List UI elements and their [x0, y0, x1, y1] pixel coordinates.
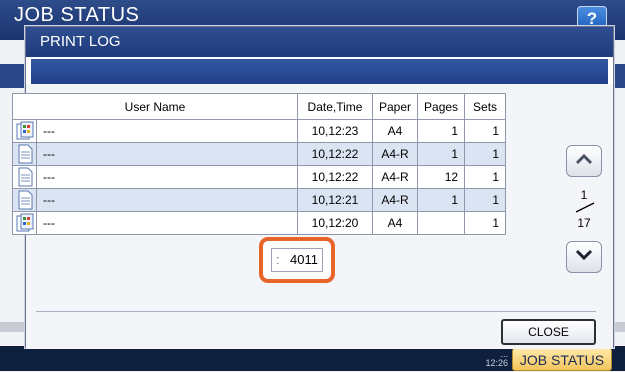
table-row[interactable]: --- 10,12:20 A4 1: [12, 211, 507, 235]
page-divider: [575, 202, 595, 213]
cell-date: 10,12:20: [297, 211, 373, 235]
col-sets[interactable]: Sets: [464, 93, 507, 120]
cell-sets: 1: [464, 142, 507, 166]
color-copy-icon: [16, 121, 33, 140]
cell-paper: A4-R: [371, 188, 419, 212]
col-pages[interactable]: Pages: [417, 93, 466, 120]
footer-time: 12:26: [485, 358, 508, 368]
chevron-up-icon: [575, 153, 593, 165]
color-copy-icon: [16, 213, 33, 232]
callout-colon: :: [276, 252, 280, 267]
table-row[interactable]: --- 10,12:22 A4-R 12 1: [12, 165, 507, 189]
close-button[interactable]: CLOSE: [501, 319, 596, 345]
page-down-button[interactable]: [566, 241, 602, 273]
page-total: 17: [577, 216, 591, 230]
cell-paper: A4-R: [371, 142, 419, 166]
dialog-title: PRINT LOG: [40, 33, 121, 50]
page-up-button[interactable]: [566, 145, 602, 177]
job-status-tab[interactable]: JOB STATUS: [512, 348, 612, 371]
cell-sets: 1: [464, 119, 507, 143]
cell-pages: 1: [417, 188, 466, 212]
cell-user: ---: [36, 165, 298, 189]
highlight-callout: : 4011: [259, 237, 335, 283]
dialog-titlebar: PRINT LOG: [26, 27, 613, 57]
bottom-divider: [36, 311, 596, 312]
cell-sets: 1: [464, 188, 507, 212]
cell-paper: A4: [371, 211, 419, 235]
cell-date: 10,12:22: [297, 142, 373, 166]
row-icon-cell: [12, 165, 37, 189]
document-icon: [18, 190, 32, 210]
table-row[interactable]: --- 10,12:23 A4 1 1: [12, 119, 507, 143]
department-code-value: 4011: [290, 252, 318, 267]
document-icon: [18, 167, 32, 187]
dialog-band: [31, 59, 608, 84]
document-icon: [18, 144, 32, 164]
row-icon-cell: [12, 119, 37, 143]
cell-paper: A4: [371, 119, 419, 143]
row-icon-cell: [12, 188, 37, 212]
table-row[interactable]: --- 10,12:22 A4-R 1 1: [12, 142, 507, 166]
col-paper[interactable]: Paper: [371, 93, 419, 120]
cell-sets: 1: [464, 165, 507, 189]
cell-pages: 1: [417, 142, 466, 166]
department-code-field: : 4011: [271, 248, 323, 272]
footer-clock: ... 12:26: [452, 350, 508, 368]
cell-pages: 1: [417, 119, 466, 143]
cell-pages: [417, 211, 466, 235]
cell-pages: 12: [417, 165, 466, 189]
app-title: JOB STATUS: [14, 4, 140, 26]
row-icon-cell: [12, 211, 37, 235]
col-date-time[interactable]: Date,Time: [297, 93, 373, 120]
cell-user: ---: [36, 119, 298, 143]
table-row[interactable]: --- 10,12:21 A4-R 1 1: [12, 188, 507, 212]
col-user-name[interactable]: User Name: [12, 93, 298, 120]
cell-date: 10,12:22: [297, 165, 373, 189]
cell-user: ---: [36, 211, 298, 235]
row-icon-cell: [12, 142, 37, 166]
cell-date: 10,12:23: [297, 119, 373, 143]
cell-sets: 1: [464, 211, 507, 235]
print-log-table: User Name Date,Time Paper Pages Sets ---…: [12, 93, 507, 235]
cell-user: ---: [36, 188, 298, 212]
table-header-row: User Name Date,Time Paper Pages Sets: [12, 93, 507, 120]
cell-paper: A4-R: [371, 165, 419, 189]
cell-user: ---: [36, 142, 298, 166]
cell-date: 10,12:21: [297, 188, 373, 212]
chevron-down-icon: [575, 249, 593, 261]
